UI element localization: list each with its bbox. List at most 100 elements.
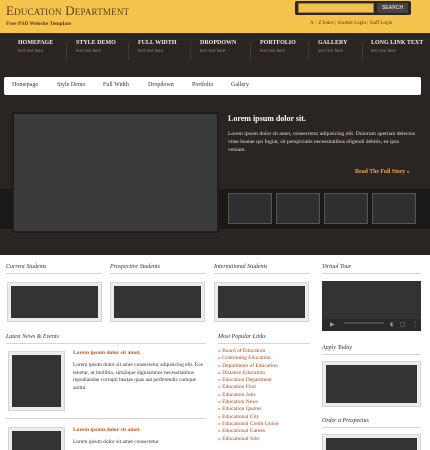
apply-today-image[interactable] (323, 362, 420, 406)
news-title[interactable]: Lorem ipsum dolor sit amet. (73, 427, 141, 433)
main-nav: HOMEPAGE text text here STYLE DEMO text … (0, 40, 430, 70)
nav-divider (362, 42, 363, 60)
top-link-staff-login[interactable]: Staff Login (370, 21, 393, 26)
featured-image[interactable] (12, 112, 219, 233)
nav-divider (128, 42, 129, 60)
link-label: Education News (222, 399, 259, 406)
divider (110, 273, 206, 274)
subnav-item-full-width[interactable]: Full Width (103, 82, 129, 88)
fullscreen-icon[interactable]: ▢ (400, 322, 406, 328)
link-label: Continuing Education (222, 355, 271, 362)
link-label: Education Department (222, 377, 272, 384)
slider-thumbnail[interactable] (276, 193, 320, 224)
popular-link[interactable]: » Educational Credit Union (218, 421, 310, 428)
nav-label: FULL WIDTH (138, 40, 177, 46)
current-students-heading[interactable]: Current Students (6, 264, 47, 270)
order-prospectus-heading: Order a Prospectus (322, 418, 369, 424)
volume-icon[interactable]: ◖ (390, 322, 393, 328)
subnav-item-dropdown[interactable]: Dropdown (148, 82, 174, 88)
video-controls: ▶ ◖ ▢ ⋮ (322, 319, 421, 331)
international-students-heading[interactable]: International Students (214, 264, 268, 270)
play-icon[interactable]: ▶ (330, 322, 335, 328)
subnav-item-style-demo[interactable]: Style Demo (57, 82, 86, 88)
popular-link[interactable]: » Educational City (218, 414, 310, 421)
link-label: Education Quotes (222, 406, 262, 413)
video-player[interactable]: ▶ ◖ ▢ ⋮ (322, 281, 421, 331)
news-thumbnail[interactable] (9, 352, 64, 410)
subnav-item-portfolio[interactable]: Portfolio (192, 82, 213, 88)
nav-label: GALLERY (318, 40, 348, 46)
video-timeline[interactable] (344, 320, 384, 328)
link-label: Educational Jobs (222, 435, 260, 442)
current-students-image[interactable] (8, 283, 101, 321)
popular-links-list: » Board of Education » Continuing Educat… (218, 348, 310, 443)
news-text: Lorem ipsum dolor sit amet consectetur a… (73, 362, 203, 391)
top-link-student-login[interactable]: Student Login (338, 21, 366, 26)
popular-link[interactable]: » Continuing Education (218, 355, 310, 362)
international-students-image[interactable] (215, 283, 308, 321)
nav-item-portfolio[interactable]: PORTFOLIO text text here (260, 40, 296, 68)
prospective-students-image[interactable] (111, 283, 204, 321)
nav-sub: text text here (318, 49, 344, 54)
slider-thumbnail[interactable] (228, 193, 272, 224)
latest-news-heading: Latest News & Events (6, 334, 59, 340)
news-text: Lorem ipsum dolor sit amet consectetur (73, 439, 159, 445)
nav-item-dropdown[interactable]: DROPDOWN text text here (200, 40, 236, 68)
link-label: Distance Education (222, 369, 266, 376)
popular-link[interactable]: » Education Jobs (218, 392, 310, 399)
prospective-students-heading[interactable]: Prospective Students (110, 264, 160, 270)
search-button[interactable]: SEARCH (377, 3, 408, 13)
link-label: Education First (222, 384, 256, 391)
news-thumbnail[interactable] (9, 428, 64, 450)
secondary-nav: Homepage Style Demo Full Width Dropdown … (4, 77, 421, 95)
divider (322, 354, 421, 355)
divider (6, 273, 102, 274)
featured-title[interactable]: Lorem ipsum dolor sit. (228, 114, 306, 123)
popular-link[interactable]: » Education Department (218, 377, 310, 384)
popular-link[interactable]: » Department of Education (218, 363, 310, 370)
site-title[interactable]: Education Department (6, 3, 129, 19)
divider (214, 273, 310, 274)
subnav-item-gallery[interactable]: Gallery (231, 82, 249, 88)
top-link-az-index[interactable]: A – Z Index (310, 21, 334, 26)
top-links: A – Z Index | Student Login | Staff Logi… (310, 21, 392, 26)
popular-link[interactable]: » Education First (218, 384, 310, 391)
order-prospectus-image[interactable] (323, 435, 420, 450)
link-label: Department of Education (222, 362, 278, 369)
popular-link[interactable]: » Education Quotes (218, 406, 310, 413)
popular-link[interactable]: » Educational Games (218, 428, 310, 435)
nav-item-homepage[interactable]: HOMEPAGE text text here (18, 40, 53, 68)
link-label: Educational City (222, 413, 260, 420)
progress-bar (344, 322, 384, 324)
nav-item-gallery[interactable]: GALLERY text text here (318, 40, 347, 68)
divider (6, 343, 206, 344)
slider-thumbnail[interactable] (324, 193, 368, 224)
search-box: SEARCH (295, 1, 411, 15)
nav-label: STYLE DEMO (76, 40, 116, 46)
nav-sub: text text here (76, 49, 102, 54)
popular-links-heading: Most Popular Links (218, 334, 266, 340)
link-label: Educational Credit Union (222, 420, 279, 427)
news-title[interactable]: Lorem ipsum dolor sit amet. (73, 350, 141, 356)
search-input[interactable] (298, 3, 374, 13)
nav-item-full-width[interactable]: FULL WIDTH text text here (138, 40, 176, 68)
divider (6, 418, 206, 419)
more-options-icon[interactable]: ⋮ (412, 322, 418, 328)
nav-sub: text text here (138, 49, 164, 54)
popular-link[interactable]: » Distance Education (218, 370, 310, 377)
popular-link[interactable]: » Board of Education (218, 348, 310, 355)
popular-link[interactable]: » Education News (218, 399, 310, 406)
popular-link[interactable]: » Educational Jobs (218, 436, 310, 443)
link-label: Board of Education (222, 348, 266, 354)
nav-sub: text text here (18, 49, 44, 54)
site-subtitle: Free PSD Website Template (6, 21, 72, 27)
read-more-link[interactable]: Read The Full Story » (355, 169, 410, 175)
divider (218, 343, 310, 344)
slider-thumbnail[interactable] (372, 193, 416, 224)
nav-divider (190, 42, 191, 60)
nav-item-style-demo[interactable]: STYLE DEMO text text here (76, 40, 116, 68)
subnav-item-homepage[interactable]: Homepage (12, 82, 38, 88)
nav-item-long-link-text[interactable]: LONG LINK TEXT text text here (371, 40, 423, 68)
nav-divider (308, 42, 309, 60)
nav-sub: text text here (371, 49, 397, 54)
